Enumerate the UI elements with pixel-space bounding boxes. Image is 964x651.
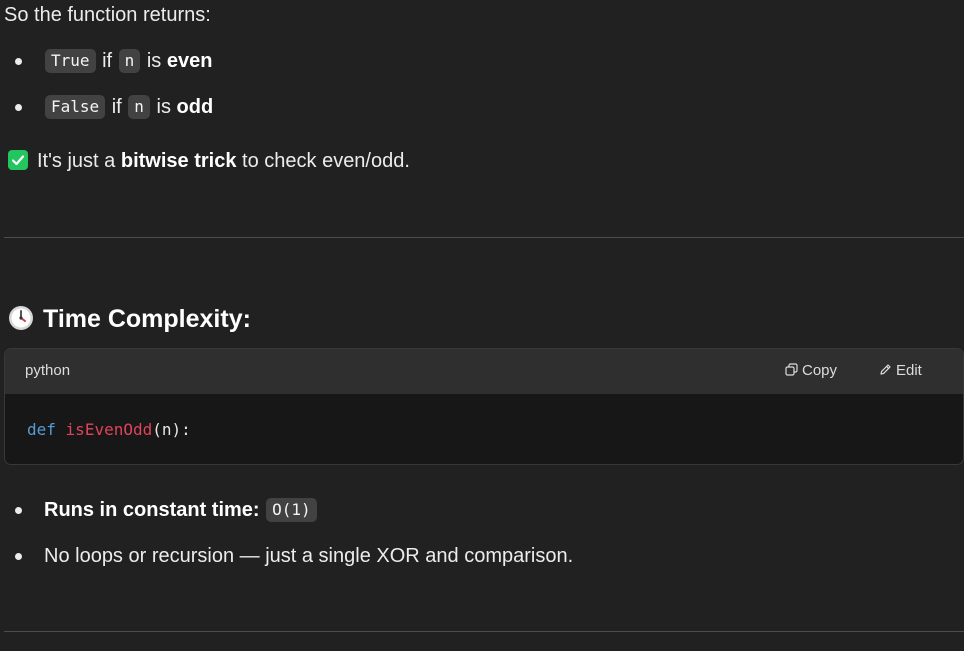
list-item-text: True if n is even	[44, 49, 212, 73]
divider	[4, 237, 964, 238]
code-block-header: python Copy Edit	[5, 349, 963, 394]
code-keyword: def	[27, 420, 56, 439]
check-mark-icon	[8, 150, 28, 170]
copy-button[interactable]: Copy	[785, 362, 837, 379]
code-content: def isEvenOdd(n):	[27, 419, 191, 441]
bold-text: odd	[176, 96, 214, 118]
divider	[4, 631, 964, 632]
list-item-text: Runs in constant time: O(1)	[44, 498, 318, 522]
bold-text: even	[166, 50, 213, 72]
complexity-list: Runs in constant time: O(1) No loops or …	[0, 487, 960, 579]
list-item: Runs in constant time: O(1)	[0, 487, 960, 533]
intro-text: So the function returns:	[4, 4, 211, 26]
list-item: No loops or recursion — just a single XO…	[0, 533, 960, 579]
clock-icon	[8, 305, 34, 331]
inline-code: False	[45, 95, 106, 119]
bullet-dot	[15, 507, 22, 514]
list-item-text: No loops or recursion — just a single XO…	[44, 545, 574, 567]
list-item-text: False if n is odd	[44, 95, 213, 119]
section-title: Time Complexity:	[43, 305, 251, 333]
list-item: True if n is even	[0, 38, 960, 84]
inline-code: n	[128, 95, 150, 119]
bullet-dot	[15, 553, 22, 560]
check-note: It's just a bitwise trick to check even/…	[8, 149, 410, 173]
code-params: (n):	[152, 420, 191, 439]
code-function-name: isEvenOdd	[65, 420, 153, 439]
inline-code: O(1)	[266, 498, 317, 522]
edit-button[interactable]: Edit	[879, 362, 922, 379]
bold-text: Runs in constant time:	[44, 499, 260, 521]
bold-text: bitwise trick	[120, 150, 237, 172]
code-language-label: python	[25, 362, 71, 379]
chat-message: So the function returns: True if n is ev…	[0, 0, 964, 651]
list-item: False if n is odd	[0, 84, 960, 130]
pencil-icon	[880, 364, 891, 375]
inline-code: True	[45, 49, 96, 73]
copy-icon	[785, 363, 798, 376]
bullet-dot	[15, 58, 22, 65]
code-block: python Copy Edit def isEvenOdd(n):	[4, 348, 964, 465]
section-heading: Time Complexity:	[8, 303, 251, 335]
bullet-dot	[15, 104, 22, 111]
inline-code: n	[118, 49, 141, 73]
returns-list: True if n is even False if n is odd	[0, 38, 960, 130]
